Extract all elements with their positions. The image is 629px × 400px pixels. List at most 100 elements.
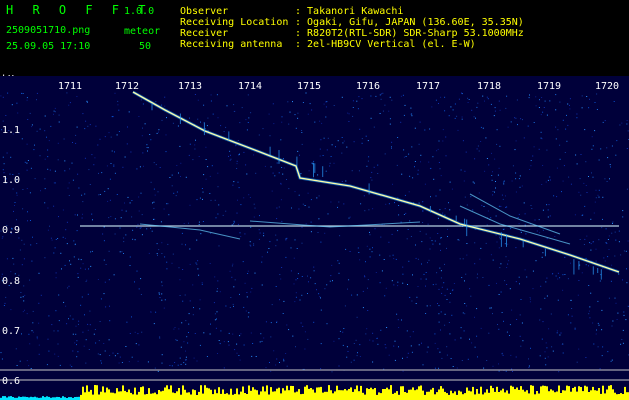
noise-pixel bbox=[150, 311, 152, 313]
level-bar bbox=[402, 386, 404, 400]
noise-pixel bbox=[540, 285, 542, 287]
noise-pixel bbox=[447, 228, 448, 230]
noise-pixel bbox=[574, 214, 576, 216]
level-bar bbox=[436, 392, 438, 400]
level-bar bbox=[552, 390, 554, 400]
noise-pixel bbox=[276, 320, 278, 322]
level-bar bbox=[146, 394, 148, 400]
level-bar bbox=[304, 386, 306, 400]
level-bar bbox=[592, 386, 594, 400]
noise-pixel bbox=[107, 188, 109, 190]
noise-pixel bbox=[615, 302, 617, 304]
noise-pixel bbox=[494, 158, 496, 160]
noise-pixel bbox=[325, 101, 327, 103]
noise-pixel bbox=[535, 105, 537, 107]
noise-pixel bbox=[434, 342, 436, 344]
noise-pixel bbox=[325, 170, 327, 172]
noise-pixel bbox=[446, 288, 448, 290]
noise-pixel bbox=[57, 159, 59, 161]
noise-pixel bbox=[372, 332, 374, 334]
noise-pixel bbox=[27, 211, 28, 213]
noise-pixel bbox=[320, 309, 322, 311]
noise-pixel bbox=[411, 300, 413, 302]
level-bar bbox=[8, 396, 10, 400]
noise-pixel bbox=[486, 158, 488, 159]
noise-pixel bbox=[54, 353, 56, 355]
noise-pixel bbox=[535, 96, 537, 98]
noise-pixel bbox=[541, 338, 543, 340]
noise-pixel bbox=[126, 143, 128, 145]
noise-pixel bbox=[291, 207, 292, 209]
level-bar bbox=[280, 393, 282, 400]
noise-pixel bbox=[179, 145, 181, 147]
noise-pixel bbox=[203, 174, 205, 176]
noise-pixel bbox=[544, 100, 546, 102]
level-bar bbox=[590, 390, 592, 400]
noise-pixel bbox=[304, 331, 306, 333]
noise-pixel bbox=[243, 197, 245, 199]
level-bar bbox=[382, 389, 384, 400]
noise-pixel bbox=[75, 325, 77, 327]
noise-pixel bbox=[144, 123, 146, 125]
level-bar bbox=[92, 394, 94, 400]
level-bar bbox=[326, 391, 328, 400]
noise-pixel bbox=[392, 183, 393, 185]
noise-pixel bbox=[126, 321, 128, 323]
noise-pixel bbox=[295, 292, 297, 294]
noise-pixel bbox=[154, 194, 156, 196]
noise-pixel bbox=[509, 335, 510, 336]
noise-pixel bbox=[239, 232, 241, 234]
noise-pixel bbox=[313, 270, 315, 272]
noise-pixel bbox=[108, 132, 110, 134]
level-bar bbox=[252, 387, 254, 400]
noise-pixel bbox=[599, 368, 601, 370]
level-bar bbox=[264, 391, 266, 400]
noise-pixel bbox=[238, 187, 240, 189]
noise-pixel bbox=[431, 240, 433, 242]
noise-pixel bbox=[478, 192, 480, 194]
level-bar bbox=[236, 388, 238, 400]
noise-pixel bbox=[245, 310, 247, 312]
noise-pixel bbox=[253, 203, 255, 205]
level-bar bbox=[540, 386, 542, 400]
noise-pixel bbox=[108, 279, 110, 281]
noise-pixel bbox=[391, 99, 393, 101]
noise-pixel bbox=[546, 238, 548, 240]
noise-pixel bbox=[298, 194, 300, 196]
level-bar bbox=[544, 385, 546, 400]
noise-pixel bbox=[2, 169, 4, 171]
noise-pixel bbox=[539, 319, 541, 321]
noise-pixel bbox=[281, 167, 283, 168]
noise-pixel bbox=[449, 301, 451, 303]
noise-pixel bbox=[299, 299, 301, 301]
noise-pixel bbox=[68, 318, 69, 320]
noise-pixel bbox=[140, 192, 142, 194]
noise-pixel bbox=[498, 167, 500, 169]
noise-pixel bbox=[39, 155, 41, 157]
noise-pixel bbox=[411, 146, 413, 148]
noise-pixel bbox=[574, 328, 576, 330]
noise-pixel bbox=[436, 272, 438, 274]
noise-pixel bbox=[351, 170, 353, 172]
noise-pixel bbox=[123, 253, 124, 254]
noise-pixel bbox=[417, 286, 419, 287]
noise-pixel bbox=[14, 205, 15, 206]
noise-pixel bbox=[302, 102, 304, 103]
noise-pixel bbox=[382, 92, 384, 94]
noise-pixel bbox=[107, 200, 109, 202]
level-bar bbox=[444, 391, 446, 400]
level-bar bbox=[286, 385, 288, 400]
noise-pixel bbox=[81, 194, 83, 196]
level-bar bbox=[182, 385, 184, 400]
noise-pixel bbox=[262, 128, 264, 130]
noise-pixel bbox=[320, 368, 322, 370]
noise-pixel bbox=[549, 215, 551, 217]
noise-pixel bbox=[479, 258, 481, 260]
noise-pixel bbox=[627, 240, 629, 242]
noise-pixel bbox=[460, 169, 462, 171]
noise-pixel bbox=[611, 232, 613, 234]
noise-pixel bbox=[36, 338, 38, 340]
level-bar bbox=[620, 393, 622, 400]
noise-pixel bbox=[605, 228, 607, 230]
noise-pixel bbox=[391, 233, 393, 235]
